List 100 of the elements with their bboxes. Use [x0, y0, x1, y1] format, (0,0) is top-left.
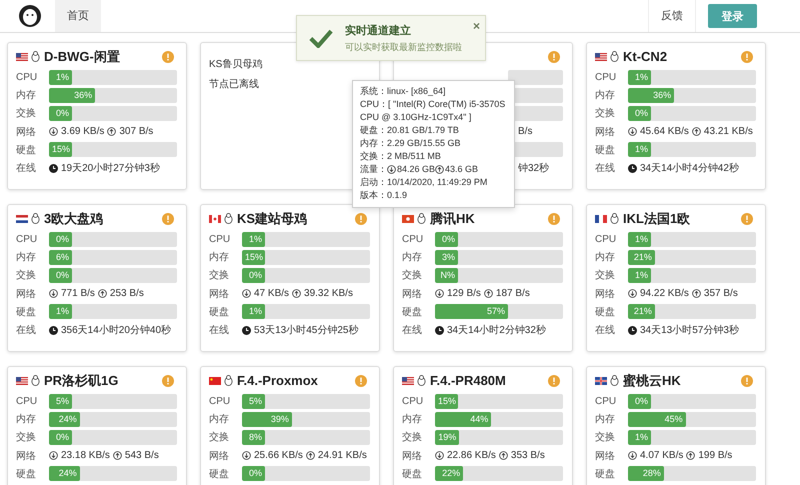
logo-icon[interactable] — [18, 4, 42, 28]
progress-fill: 0% — [242, 466, 265, 482]
info-icon[interactable] — [355, 374, 367, 386]
server-name: KS建站母鸡 — [237, 210, 308, 228]
progress-fill: 5% — [242, 394, 265, 409]
metric-label: 硬盘 — [595, 144, 616, 157]
metric-label: 内存 — [402, 250, 423, 264]
metric-label: 内存 — [16, 250, 37, 264]
metric-label: CPU — [16, 72, 38, 83]
metric-label: CPU — [595, 234, 618, 245]
metric-label: CPU — [209, 234, 232, 245]
metric-label: 网络 — [595, 126, 616, 139]
info-icon[interactable] — [548, 212, 560, 224]
progress-fill: 0% — [628, 106, 651, 121]
info-icon[interactable] — [162, 374, 174, 386]
server-name: 腾讯HK — [430, 210, 475, 228]
metric-label: 硬盘 — [209, 468, 230, 481]
server-name: F.4.-Proxmox — [237, 373, 318, 388]
download-icon — [435, 451, 444, 460]
progress-fill: 0% — [49, 268, 72, 283]
toast-message: 可以实时获取最新监控数据啦 — [345, 40, 462, 54]
progress-fill: 1% — [49, 304, 72, 320]
upload-icon — [306, 451, 315, 460]
tooltip-line: CPU：[ "Intel(R) Core(TM) i5-3570S CPU @ 3.10GHz-1C9Tx4" ] — [360, 98, 506, 124]
feedback-link[interactable]: 反馈 — [648, 0, 696, 32]
download-icon — [242, 289, 251, 298]
download-icon — [435, 289, 444, 298]
metric-label: 在线 — [595, 324, 616, 338]
metric-text: B/s — [518, 126, 532, 138]
metric-label: 硬盘 — [402, 306, 423, 319]
metric-label: 网络 — [595, 288, 616, 301]
upload-rate: 543 B/s — [124, 450, 159, 462]
info-icon[interactable] — [355, 212, 367, 224]
progress-fill: 28% — [628, 466, 664, 482]
progress-fill: 1% — [49, 70, 72, 85]
upload-rate: 24.91 KB/s — [318, 450, 367, 462]
upload-icon — [484, 289, 493, 298]
close-button[interactable]: × — [472, 20, 480, 32]
metric-label: CPU — [402, 396, 424, 407]
metric-label: 网络 — [16, 450, 37, 463]
info-icon[interactable] — [162, 50, 174, 62]
metric-label: 内存 — [209, 250, 230, 264]
progress-fill: 6% — [49, 250, 72, 265]
metric-label: 内存 — [16, 412, 37, 426]
metric-label: 网络 — [402, 450, 423, 463]
download-rate: 129 B/s — [447, 288, 481, 300]
metric-text: 钟32秒 — [518, 162, 550, 176]
download-rate: 25.66 KB/s — [254, 450, 303, 462]
metric-label: 网络 — [595, 450, 616, 463]
progress-fill: 19% — [435, 430, 460, 445]
metric-label: 硬盘 — [595, 306, 616, 319]
server-name: PR洛杉矶1G — [44, 372, 118, 390]
metric-label: 在线 — [16, 324, 37, 338]
metric-label: 交换 — [595, 106, 616, 120]
progress-fill: 57% — [435, 304, 508, 320]
info-icon[interactable] — [741, 212, 753, 224]
progress-fill: 1% — [628, 232, 651, 247]
info-icon[interactable] — [741, 374, 753, 386]
flag-icon — [209, 376, 221, 384]
progress-fill: 15% — [435, 394, 458, 409]
upload-icon — [435, 165, 444, 174]
download-rate: 45.64 KB/s — [640, 126, 689, 138]
upload-rate: 307 B/s — [119, 126, 154, 138]
metric-label: 交换 — [16, 106, 37, 120]
download-rate: 4.07 KB/s — [640, 450, 684, 462]
metric-label: CPU — [209, 396, 232, 407]
flag-icon — [402, 376, 414, 384]
tooltip-line: 内存：2.29 GB/15.55 GB — [360, 137, 462, 150]
download-rate: 94.22 KB/s — [640, 288, 689, 300]
progress-fill: 15% — [242, 250, 265, 265]
info-icon[interactable] — [162, 212, 174, 224]
metric-label: 内存 — [16, 88, 37, 102]
metric-label: 硬盘 — [402, 468, 423, 481]
uptime-value: 356天14小时20分钟40秒 — [61, 324, 172, 338]
progress-fill: 8% — [242, 430, 265, 445]
metric-label: 硬盘 — [595, 468, 616, 481]
upload-icon — [692, 289, 701, 298]
toast-title: 实时通道建立 — [345, 24, 412, 38]
progress-fill: 5% — [49, 394, 72, 409]
info-icon[interactable] — [741, 50, 753, 62]
upload-icon — [498, 451, 508, 460]
info-icon[interactable] — [548, 50, 560, 62]
progress-fill: 1% — [242, 304, 265, 320]
upload-rate: 357 B/s — [704, 288, 738, 300]
uptime-value: 53天13小时45分钟25秒 — [254, 324, 358, 338]
download-icon — [628, 289, 637, 298]
info-icon[interactable] — [548, 374, 560, 386]
upload-icon — [692, 127, 701, 136]
nav-tab[interactable]: 首页 — [55, 0, 101, 32]
metric-label: 硬盘 — [209, 306, 230, 319]
progress-fill: 1% — [628, 430, 651, 445]
flag-icon — [595, 214, 607, 222]
metric-label: 硬盘 — [16, 468, 37, 481]
download-icon — [49, 289, 58, 298]
metric-label: 交换 — [209, 430, 230, 444]
traffic-up: 43.6 GB — [445, 163, 478, 176]
progress-fill: 0% — [435, 232, 458, 247]
metric-label: CPU — [16, 396, 38, 407]
metric-label: 内存 — [595, 412, 616, 426]
progress-fill: 0% — [49, 106, 72, 121]
